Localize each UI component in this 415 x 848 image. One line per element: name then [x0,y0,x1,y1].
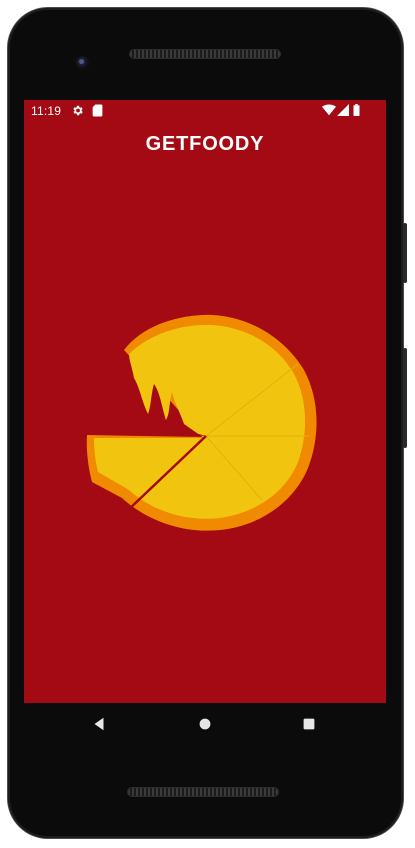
wifi-icon [322,104,336,116]
app-title: GETFOODY [145,133,265,155]
bottom-speaker [128,788,278,796]
app-screen: 11:19 GETFOODY [24,100,386,703]
earpiece-speaker [130,50,280,58]
pizza-logo [86,314,317,531]
power-button [403,223,407,283]
signal-icon [337,104,349,116]
status-time: 11:19 [31,104,62,118]
home-icon[interactable] [196,715,214,733]
settings-icon [73,105,83,116]
front-camera [76,56,90,70]
back-icon[interactable] [90,715,108,733]
battery-icon [353,104,360,116]
recents-icon[interactable] [300,715,318,733]
status-bar: 11:19 [24,100,386,122]
navigation-bar [24,703,386,745]
volume-button [403,348,407,448]
sd-card-icon [92,104,103,117]
